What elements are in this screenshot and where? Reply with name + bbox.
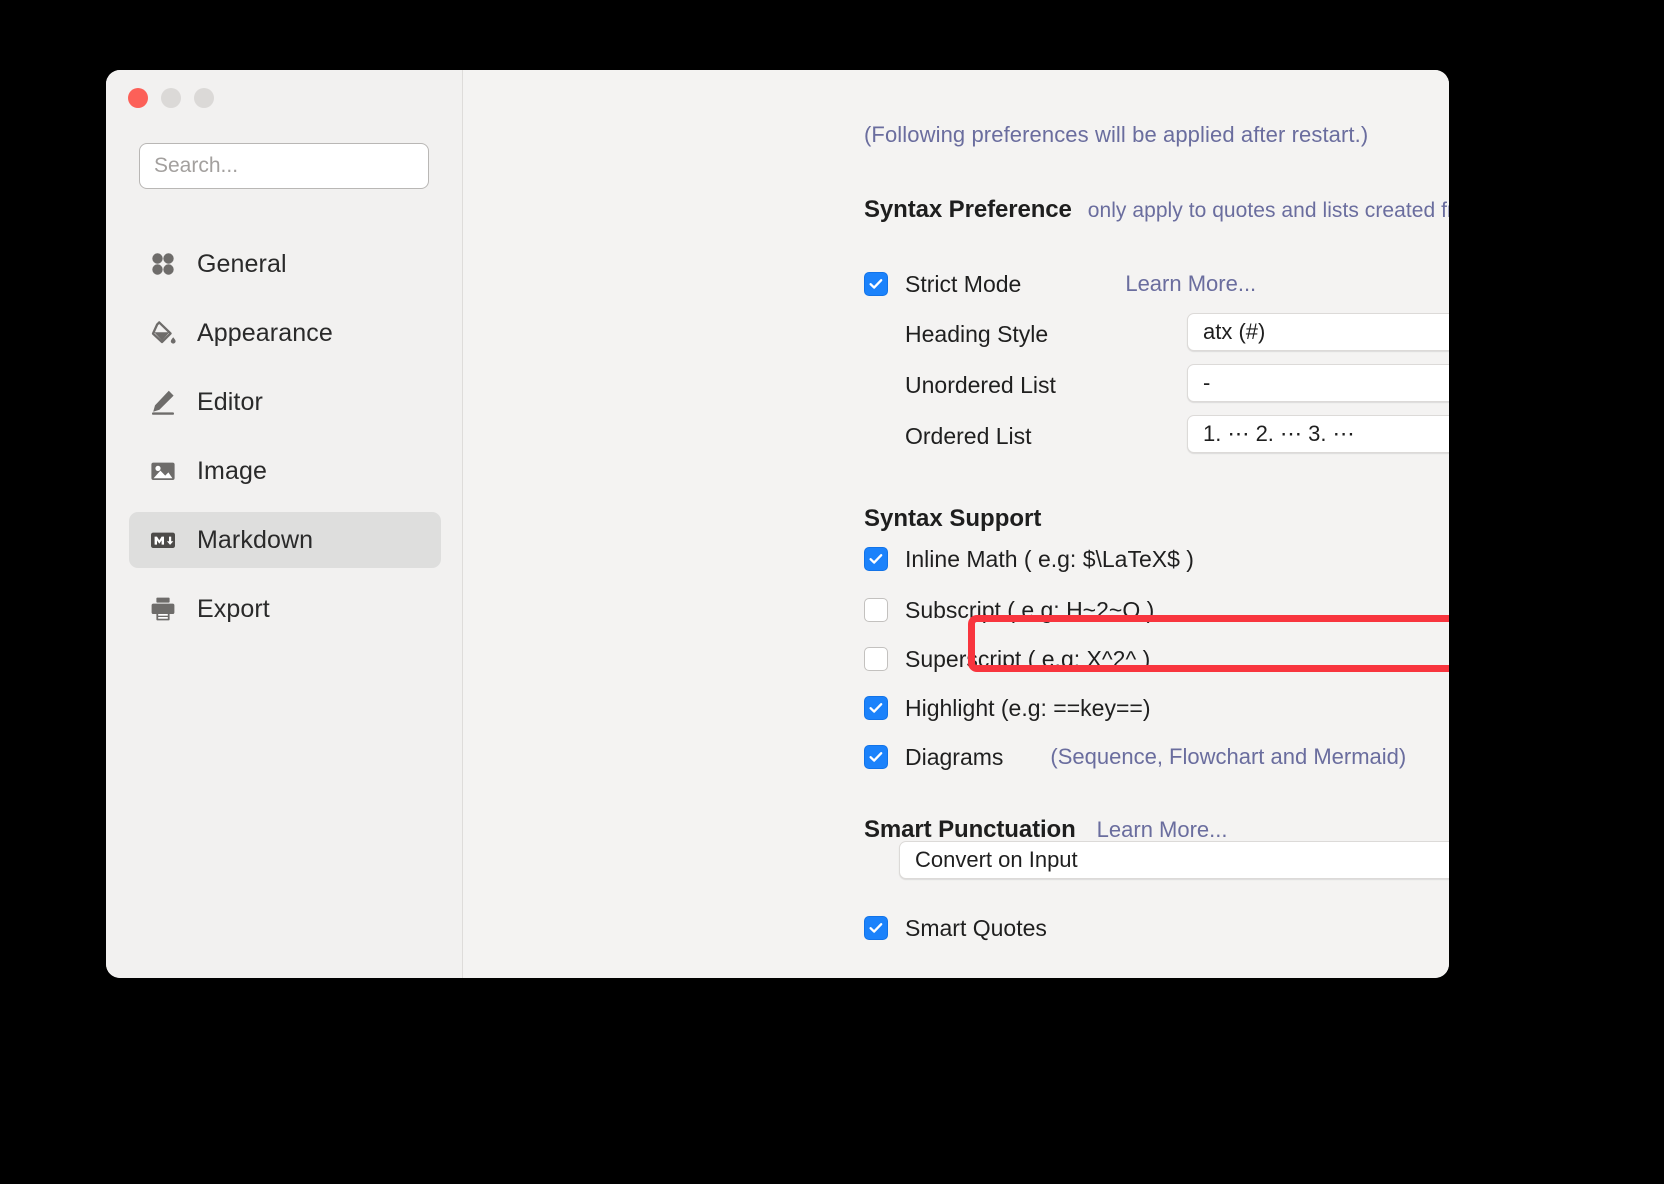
search-input[interactable] xyxy=(139,143,429,189)
minimize-button[interactable] xyxy=(161,88,181,108)
search-field[interactable] xyxy=(139,143,429,189)
syntax-support-title: Syntax Support xyxy=(864,505,1041,533)
smart-quotes-row: Smart Quotes xyxy=(864,911,1047,945)
sidebar-item-export[interactable]: Export xyxy=(129,581,441,637)
smart-punctuation-mode-value: Convert on Input xyxy=(900,847,1449,873)
heading-style-label: Heading Style xyxy=(905,321,1048,348)
ordered-list-row: Ordered List xyxy=(864,419,1032,453)
sidebar: General Appearance xyxy=(106,70,463,978)
sidebar-item-editor[interactable]: Editor xyxy=(129,374,441,430)
sidebar-nav: General Appearance xyxy=(129,236,441,650)
diagrams-label: Diagrams xyxy=(905,744,1003,771)
strict-mode-checkbox[interactable] xyxy=(864,272,888,296)
preferences-window: General Appearance xyxy=(106,70,1449,978)
smart-punctuation-learn-more-link[interactable]: Learn More... xyxy=(1097,817,1228,843)
window-controls xyxy=(128,88,214,108)
diagrams-note: (Sequence, Flowchart and Mermaid) xyxy=(1050,744,1406,770)
printer-icon xyxy=(148,594,178,624)
preferences-content: (Following preferences will be applied a… xyxy=(463,70,1449,978)
subscript-label: Subscript ( e.g: H~2~O ) xyxy=(905,597,1154,624)
subscript-checkbox[interactable] xyxy=(864,598,888,622)
heading-style-value: atx (#) xyxy=(1188,319,1449,345)
sidebar-item-label: Image xyxy=(197,457,267,486)
heading-style-row: Heading Style xyxy=(864,317,1048,351)
pencil-icon xyxy=(148,387,178,417)
strict-mode-row: Strict Mode Learn More... xyxy=(864,267,1256,301)
subscript-row: Subscript ( e.g: H~2~O ) xyxy=(864,593,1154,627)
heading-style-select[interactable]: atx (#) xyxy=(1187,313,1449,351)
markdown-icon xyxy=(148,525,178,555)
sidebar-item-label: Markdown xyxy=(197,526,313,555)
close-button[interactable] xyxy=(128,88,148,108)
unordered-list-row: Unordered List xyxy=(864,368,1056,402)
ordered-list-value: 1. ⋯ 2. ⋯ 3. ⋯ xyxy=(1188,421,1449,447)
syntax-preference-header: Syntax Preference only apply to quotes an… xyxy=(864,194,1449,226)
superscript-label: Superscript ( e.g: X^2^ ) xyxy=(905,646,1150,673)
highlight-label: Highlight (e.g: ==key==) xyxy=(905,695,1150,722)
diagrams-checkbox[interactable] xyxy=(864,745,888,769)
highlight-row: Highlight (e.g: ==key==) xyxy=(864,691,1150,725)
sidebar-item-label: Editor xyxy=(197,388,263,417)
superscript-checkbox[interactable] xyxy=(864,647,888,671)
sidebar-item-label: General xyxy=(197,250,287,279)
inline-math-label: Inline Math ( e.g: $\LaTeX$ ) xyxy=(905,546,1194,573)
ordered-list-select[interactable]: 1. ⋯ 2. ⋯ 3. ⋯ xyxy=(1187,415,1449,453)
unordered-list-label: Unordered List xyxy=(905,372,1056,399)
sidebar-item-image[interactable]: Image xyxy=(129,443,441,499)
sidebar-item-markdown[interactable]: Markdown xyxy=(129,512,441,568)
diagrams-row: Diagrams (Sequence, Flowchart and Mermai… xyxy=(864,740,1406,774)
section-hint: only apply to quotes and lists created f… xyxy=(1088,199,1449,222)
smart-punctuation-mode-select[interactable]: Convert on Input xyxy=(899,841,1449,879)
maximize-button[interactable] xyxy=(194,88,214,108)
inline-math-checkbox[interactable] xyxy=(864,547,888,571)
sidebar-item-label: Appearance xyxy=(197,319,333,348)
inline-math-row: Inline Math ( e.g: $\LaTeX$ ) xyxy=(864,542,1194,576)
restart-note: (Following preferences will be applied a… xyxy=(864,122,1368,148)
sidebar-item-general[interactable]: General xyxy=(129,236,441,292)
desktop-backdrop: General Appearance xyxy=(0,0,1664,1184)
ordered-list-label: Ordered List xyxy=(905,423,1032,450)
superscript-row: Superscript ( e.g: X^2^ ) xyxy=(864,642,1150,676)
sidebar-item-appearance[interactable]: Appearance xyxy=(129,305,441,361)
unordered-list-select[interactable]: - xyxy=(1187,364,1449,402)
sidebar-item-label: Export xyxy=(197,595,270,624)
highlight-checkbox[interactable] xyxy=(864,696,888,720)
section-title: Syntax Preference xyxy=(864,196,1072,223)
smart-quotes-label: Smart Quotes xyxy=(905,915,1047,942)
paint-bucket-icon xyxy=(148,318,178,348)
strict-mode-label: Strict Mode xyxy=(905,271,1021,298)
smart-quotes-checkbox[interactable] xyxy=(864,916,888,940)
smart-punctuation-title: Smart Punctuation xyxy=(864,816,1076,844)
four-dots-icon xyxy=(148,249,178,279)
photo-icon xyxy=(148,456,178,486)
unordered-list-value: - xyxy=(1188,370,1449,396)
strict-mode-learn-more-link[interactable]: Learn More... xyxy=(1125,271,1256,297)
